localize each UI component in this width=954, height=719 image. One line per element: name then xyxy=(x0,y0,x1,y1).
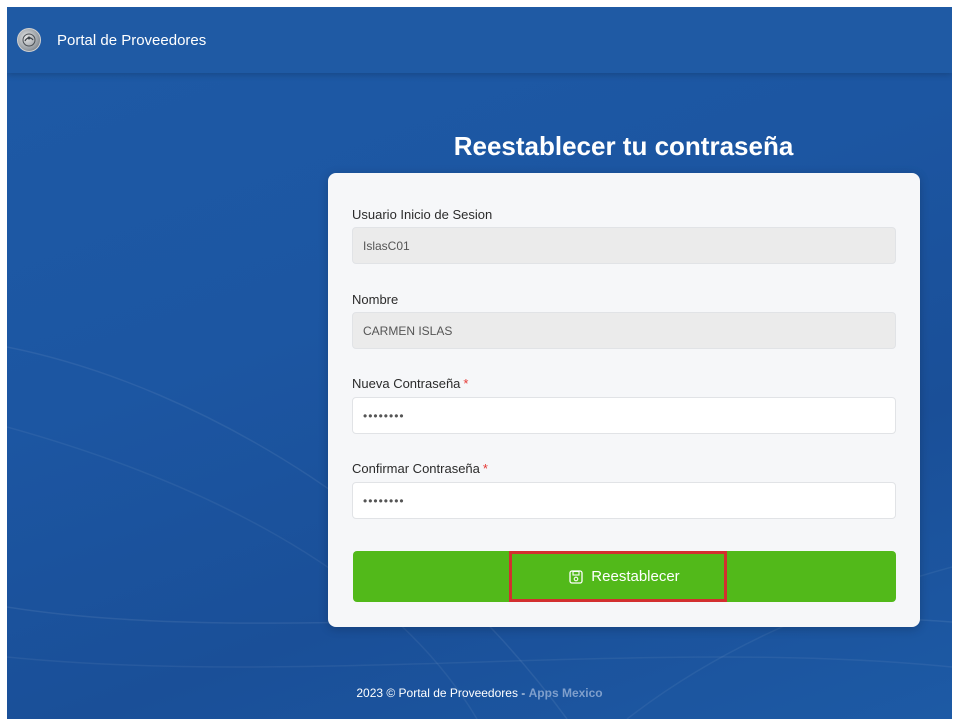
reset-button-label: Reestablecer xyxy=(591,568,680,585)
footer: 2023 © Portal de Proveedores - Apps Mexi… xyxy=(7,686,952,700)
save-icon xyxy=(569,569,583,584)
top-navbar: Portal de Proveedores xyxy=(7,7,952,73)
new-password-field[interactable] xyxy=(352,397,896,434)
confirm-password-label: Confirmar Contraseña * xyxy=(352,461,488,476)
reset-password-card: Usuario Inicio de Sesion Nombre Nueva Co… xyxy=(328,173,920,627)
footer-text: 2023 © Portal de Proveedores - xyxy=(356,686,529,700)
app-title[interactable]: Portal de Proveedores xyxy=(57,32,206,49)
app-window: Portal de Proveedores Reestablecer tu co… xyxy=(7,7,952,719)
name-label: Nombre xyxy=(352,292,398,307)
footer-link[interactable]: Apps Mexico xyxy=(529,686,603,700)
name-field[interactable] xyxy=(352,312,896,349)
username-label: Usuario Inicio de Sesion xyxy=(352,207,492,222)
reset-password-button[interactable]: Reestablecer xyxy=(353,551,896,602)
portal-logo-icon[interactable] xyxy=(17,28,41,52)
new-password-label: Nueva Contraseña * xyxy=(352,376,468,391)
confirm-password-field[interactable] xyxy=(352,482,896,519)
confirm-password-label-text: Confirmar Contraseña xyxy=(352,461,480,476)
username-label-text: Usuario Inicio de Sesion xyxy=(352,207,493,222)
required-asterisk: * xyxy=(463,376,469,391)
username-field[interactable] xyxy=(352,227,896,264)
page-title: Reestablecer tu contraseña xyxy=(453,131,794,161)
new-password-label-text: Nueva Contraseña xyxy=(352,376,461,391)
name-label-text: Nombre xyxy=(352,292,399,307)
required-asterisk: * xyxy=(482,461,488,476)
